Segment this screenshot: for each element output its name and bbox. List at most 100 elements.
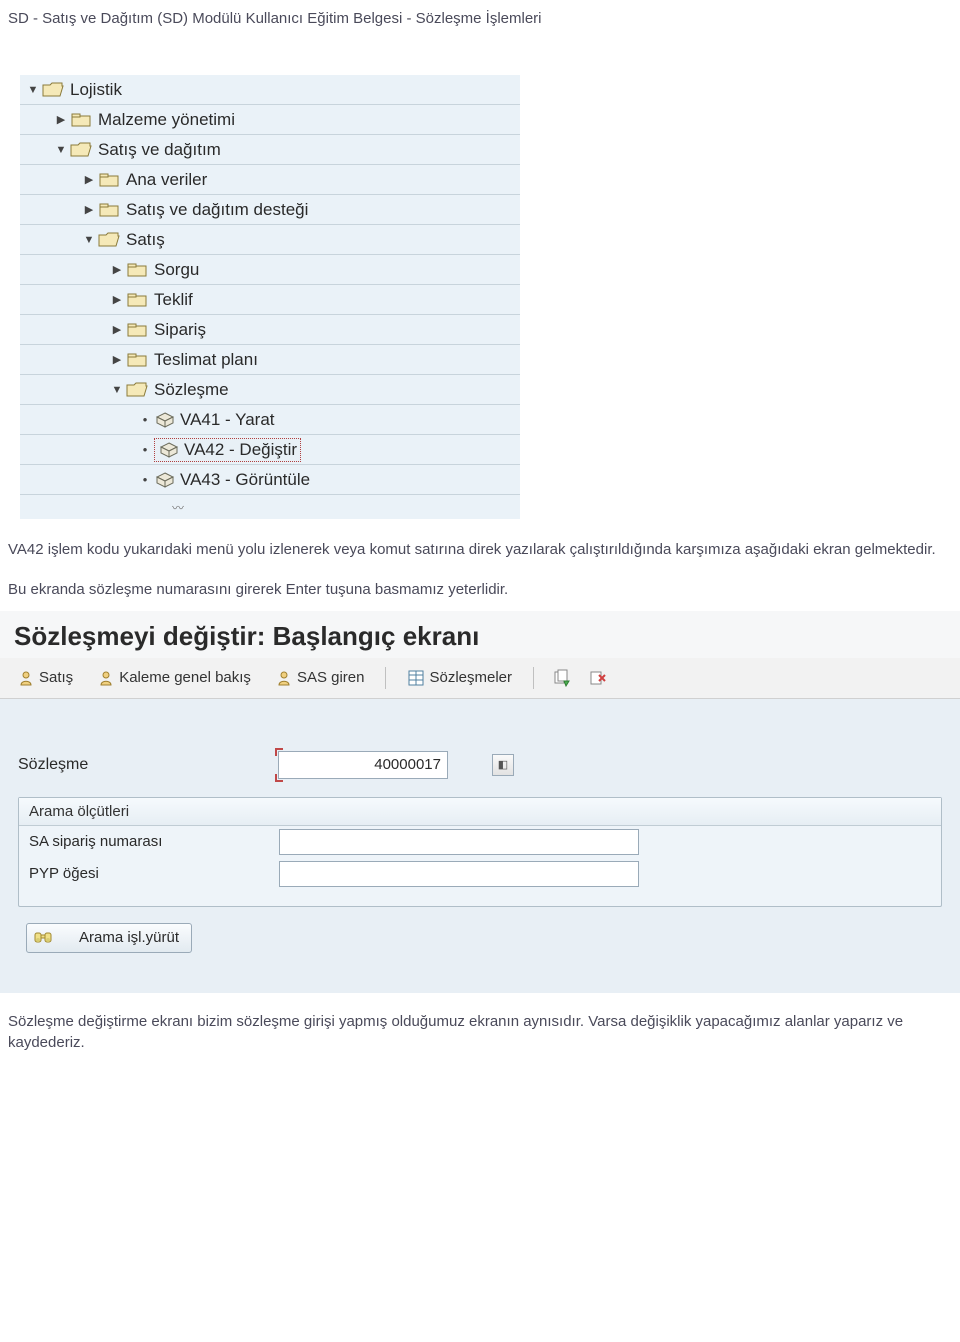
person-icon: [97, 669, 115, 687]
tree-node-destegi[interactable]: ▶ Satış ve dağıtım desteği: [20, 195, 520, 225]
caret-right-icon[interactable]: ▶: [110, 323, 124, 336]
folder-closed-icon: [126, 261, 148, 279]
transaction-icon: [154, 471, 176, 489]
sozlesme-label: Sözleşme: [18, 756, 278, 774]
toolbar-label: Kaleme genel bakış: [119, 669, 251, 686]
folder-open-icon: [70, 141, 92, 159]
tree-node-satisdagitim[interactable]: ▼ Satış ve dağıtım: [20, 135, 520, 165]
required-marker-icon: [275, 748, 283, 756]
required-marker-icon: [275, 774, 283, 782]
search-help-icon: ◧: [498, 758, 508, 771]
sozlesme-input[interactable]: [278, 751, 448, 779]
tree-node-malzeme[interactable]: ▶ Malzeme yönetimi: [20, 105, 520, 135]
caret-down-icon[interactable]: ▼: [54, 144, 68, 156]
sozlesme-field-row: Sözleşme ◧: [18, 751, 942, 779]
toolbar-sozlesmeler-button[interactable]: Sözleşmeler: [398, 665, 521, 691]
toolbar-satis-button[interactable]: Satış: [8, 665, 82, 691]
content-area: Sözleşme ◧ Arama ölçütleri SA sipariş nu…: [0, 699, 960, 993]
paragraph-2: Bu ekranda sözleşme numarasını girerek E…: [8, 579, 952, 601]
tree-node-teslimat[interactable]: ▶ Teslimat planı: [20, 345, 520, 375]
person-icon: [275, 669, 293, 687]
tree-node-va42[interactable]: • VA42 - Değiştir: [20, 435, 520, 465]
tree-node-va43[interactable]: • VA43 - Görüntüle: [20, 465, 520, 495]
toolbar-delete-button[interactable]: [582, 664, 612, 692]
folder-open-icon: [42, 81, 64, 99]
tree-node-satis[interactable]: ▼ Satış: [20, 225, 520, 255]
sa-siparis-input[interactable]: [279, 829, 639, 855]
table-icon: [407, 669, 425, 687]
caret-right-icon[interactable]: ▶: [54, 113, 68, 126]
person-icon: [17, 669, 35, 687]
tree-label: Sözleşme: [154, 380, 229, 400]
toolbar-separator: [533, 667, 534, 689]
caret-right-icon[interactable]: ▶: [110, 263, 124, 276]
folder-closed-icon: [98, 171, 120, 189]
folder-closed-icon: [126, 291, 148, 309]
sap-screen: Sözleşmeyi değiştir: Başlangıç ekranı Sa…: [0, 611, 960, 993]
caret-down-icon[interactable]: ▼: [82, 234, 96, 246]
nav-tree: ▼ Lojistik ▶ Malzeme yönetimi ▼ Satış ve…: [20, 75, 520, 519]
caret-down-icon[interactable]: ▼: [110, 384, 124, 396]
tree-node-more: 〰: [20, 495, 520, 519]
tree-label: Satış ve dağıtım desteği: [126, 200, 308, 220]
delete-icon: [587, 668, 607, 688]
doc-header: SD - Satış ve Dağıtım (SD) Modülü Kullan…: [0, 0, 960, 35]
tree-node-anaveriler[interactable]: ▶ Ana veriler: [20, 165, 520, 195]
pyp-row: PYP öğesi: [19, 858, 941, 890]
transaction-icon: [154, 411, 176, 429]
f4-help-button[interactable]: ◧: [492, 754, 514, 776]
folder-closed-icon: [126, 321, 148, 339]
tree-node-teklif[interactable]: ▶ Teklif: [20, 285, 520, 315]
folder-closed-icon: [126, 351, 148, 369]
exec-label: Arama işl.yürüt: [79, 929, 179, 946]
folder-closed-icon: [98, 201, 120, 219]
arama-yurut-button[interactable]: Arama işl.yürüt: [26, 923, 192, 953]
caret-right-icon[interactable]: ▶: [82, 203, 96, 216]
more-icon: 〰: [172, 499, 184, 516]
bullet-icon: •: [138, 472, 152, 487]
transaction-icon: [158, 441, 180, 459]
copy-icon: [551, 668, 571, 688]
tree-node-sozlesme[interactable]: ▼ Sözleşme: [20, 375, 520, 405]
toolbar-sas-button[interactable]: SAS giren: [266, 665, 374, 691]
tree-label: Sorgu: [154, 260, 199, 280]
tree-label: Teklif: [154, 290, 193, 310]
tree-label: Teslimat planı: [154, 350, 258, 370]
tree-label: Satış: [126, 230, 165, 250]
arama-olcutleri-group: Arama ölçütleri SA sipariş numarası PYP …: [18, 797, 942, 907]
folder-closed-icon: [70, 111, 92, 129]
folder-open-icon: [98, 231, 120, 249]
paragraph-3: Sözleşme değiştirme ekranı bizim sözleşm…: [8, 1011, 952, 1055]
toolbar-label: Satış: [39, 669, 73, 686]
toolbar: Satış Kaleme genel bakış SAS giren: [0, 658, 960, 699]
toolbar-separator: [385, 667, 386, 689]
paragraph-1: VA42 işlem kodu yukarıdaki menü yolu izl…: [8, 539, 952, 561]
caret-right-icon[interactable]: ▶: [82, 173, 96, 186]
caret-right-icon[interactable]: ▶: [110, 293, 124, 306]
toolbar-label: Sözleşmeler: [429, 669, 512, 686]
tree-label: VA43 - Görüntüle: [180, 470, 310, 490]
caret-right-icon[interactable]: ▶: [110, 353, 124, 366]
tree-label: VA42 - Değiştir: [184, 440, 297, 460]
group-title: Arama ölçütleri: [19, 798, 941, 826]
caret-down-icon[interactable]: ▼: [26, 84, 40, 96]
toolbar-kaleme-button[interactable]: Kaleme genel bakış: [88, 665, 260, 691]
toolbar-label: SAS giren: [297, 669, 365, 686]
tree-node-sorgu[interactable]: ▶ Sorgu: [20, 255, 520, 285]
tree-label: Sipariş: [154, 320, 206, 340]
tree-label: VA41 - Yarat: [180, 410, 275, 430]
tree-node-siparis[interactable]: ▶ Sipariş: [20, 315, 520, 345]
tree-label: Satış ve dağıtım: [98, 140, 221, 160]
pyp-input[interactable]: [279, 861, 639, 887]
binoculars-icon: [33, 928, 53, 948]
sa-siparis-row: SA sipariş numarası: [19, 826, 941, 858]
bullet-icon: •: [138, 412, 152, 427]
toolbar-copy-button[interactable]: [546, 664, 576, 692]
pyp-label: PYP öğesi: [29, 865, 279, 882]
sa-siparis-label: SA sipariş numarası: [29, 833, 279, 850]
tree-label: Ana veriler: [126, 170, 207, 190]
bullet-icon: •: [138, 442, 152, 457]
tree-label: Malzeme yönetimi: [98, 110, 235, 130]
tree-node-lojistik[interactable]: ▼ Lojistik: [20, 75, 520, 105]
tree-node-va41[interactable]: • VA41 - Yarat: [20, 405, 520, 435]
